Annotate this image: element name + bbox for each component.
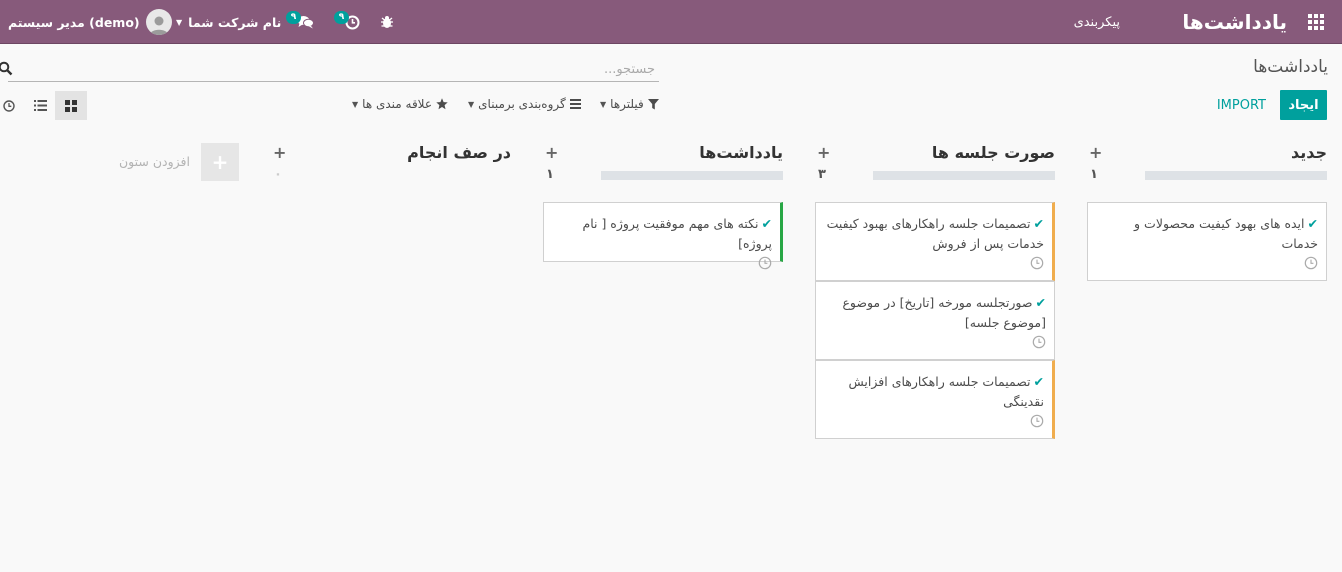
kanban-column-minutes: صورت جلسه ها + ۳ ✔تصمیمات جلسه راهکارهای…: [815, 127, 1055, 447]
card-title: ✔صورتجلسه مورخه [تاریخ] در موضوع [موضوع …: [842, 295, 1046, 330]
list-view-button[interactable]: [24, 91, 56, 120]
groupby-label: گروه‌بندی برمبنای: [478, 97, 566, 111]
column-title[interactable]: در صف انجام: [407, 143, 511, 162]
add-column-button[interactable]: +: [201, 143, 239, 181]
column-title[interactable]: صورت جلسه ها: [932, 143, 1055, 162]
apps-menu-button[interactable]: [1308, 0, 1324, 44]
column-count: ۳: [818, 167, 826, 182]
menu-configuration[interactable]: پیکربندی: [1074, 0, 1120, 44]
grid-icon: [1308, 14, 1324, 30]
activity-clock-icon[interactable]: [758, 256, 772, 270]
kanban-card[interactable]: ✔ایده های بهود کیفیت محصولات و خدمات: [1087, 202, 1327, 281]
bug-icon: [380, 15, 394, 29]
avatar: [145, 9, 172, 35]
filters-label: فیلترها: [610, 97, 644, 111]
activity-clock-icon[interactable]: [1032, 335, 1046, 349]
column-count: ۱: [1090, 167, 1098, 182]
plus-icon: +: [211, 150, 229, 174]
create-button[interactable]: ایجاد: [1280, 90, 1327, 120]
groupby-dropdown[interactable]: گروه‌بندی برمبنای ▼: [464, 93, 581, 115]
search-input[interactable]: [8, 58, 659, 80]
star-icon: [436, 98, 448, 110]
company-name: نام شرکت شما: [188, 14, 282, 30]
kanban-icon: [65, 99, 77, 112]
app-title[interactable]: یادداشت‌ها: [1182, 0, 1287, 44]
quick-create-button[interactable]: +: [545, 143, 558, 162]
quick-create-button[interactable]: +: [817, 143, 830, 162]
kanban-card[interactable]: ✔صورتجلسه مورخه [تاریخ] در موضوع [موضوع …: [815, 281, 1055, 360]
card-title: ✔نکته های مهم موفقیت پروژه [ نام پروژه]: [582, 216, 772, 251]
quick-create-button[interactable]: +: [273, 143, 286, 162]
column-progress-bar: [1145, 171, 1327, 180]
check-icon: ✔: [1033, 374, 1044, 389]
activities-button[interactable]: [345, 0, 360, 44]
kanban-column-new: جدید + ۱ ✔ایده های بهود کیفیت محصولات و …: [1087, 127, 1327, 287]
search-bar: [0, 58, 659, 82]
add-column-label: افزودن ستون: [119, 154, 190, 169]
list-icon: [33, 100, 47, 111]
activity-clock-icon[interactable]: [1304, 256, 1318, 270]
messages-count-badge: ۹: [286, 11, 301, 24]
activities-count-badge: ۹: [334, 11, 349, 24]
quick-create-button[interactable]: +: [1089, 143, 1102, 162]
kanban-card[interactable]: ✔تصمیمات جلسه راهکارهای بهبود کیفیت خدما…: [815, 202, 1055, 281]
check-icon: ✔: [1033, 216, 1044, 231]
kanban-column-notes: یادداشت‌ها + ۱ ✔نکته های مهم موفقیت پروژ…: [543, 127, 783, 270]
favorites-label: علاقه مندی ها: [362, 97, 432, 111]
kanban-card[interactable]: ✔تصمیمات جلسه راهکارهای افزایش نقدینگی: [815, 360, 1055, 439]
activity-clock-icon[interactable]: [1030, 256, 1044, 270]
check-icon: ✔: [1035, 295, 1046, 310]
card-title: ✔تصمیمات جلسه راهکارهای افزایش نقدینگی: [848, 374, 1044, 409]
filters-dropdown[interactable]: فیلترها ▼: [596, 93, 659, 115]
import-button[interactable]: IMPORT: [1217, 90, 1266, 120]
column-count: ۰: [274, 167, 282, 182]
control-panel: یادداشت‌ها ایجاد IMPORT فیلترها ▼ گروه‌ب…: [0, 45, 1342, 127]
caret-down-icon: ▼: [600, 99, 607, 109]
kanban-column-todo: در صف انجام + ۰: [271, 127, 511, 187]
user-name: مدیر سیستم (demo): [8, 14, 140, 30]
kanban-view-button[interactable]: [55, 91, 87, 120]
user-menu[interactable]: مدیر سیستم (demo): [8, 0, 172, 44]
column-count: ۱: [546, 167, 554, 182]
check-icon: ✔: [761, 216, 772, 231]
add-column[interactable]: + افزودن ستون: [117, 143, 239, 182]
column-progress-bar: [873, 171, 1055, 180]
caret-down-icon: ▼: [468, 99, 475, 109]
activity-view-button[interactable]: [0, 91, 25, 120]
favorites-dropdown[interactable]: علاقه مندی ها ▼: [348, 93, 448, 115]
kanban-card[interactable]: ✔نکته های مهم موفقیت پروژه [ نام پروژه]: [543, 202, 783, 270]
activity-clock-icon[interactable]: [1030, 414, 1044, 428]
caret-down-icon: ▼: [352, 99, 359, 109]
clock-icon: [3, 99, 15, 112]
debug-button[interactable]: [380, 0, 394, 44]
breadcrumb: یادداشت‌ها: [1253, 57, 1328, 77]
top-navbar: یادداشت‌ها پیکربندی ۹ ۹ ▼ نام شرکت شما م…: [0, 0, 1342, 44]
messages-button[interactable]: [297, 0, 314, 44]
filter-icon: [647, 98, 659, 110]
card-title: ✔ایده های بهود کیفیت محصولات و خدمات: [1134, 216, 1318, 251]
company-switcher[interactable]: ▼ نام شرکت شما: [176, 0, 281, 44]
caret-down-icon: ▼: [176, 17, 183, 27]
column-title[interactable]: یادداشت‌ها: [699, 143, 783, 162]
bars-icon: [569, 99, 581, 109]
column-progress-bar: [601, 171, 783, 180]
kanban-board: جدید + ۱ ✔ایده های بهود کیفیت محصولات و …: [0, 127, 1342, 572]
card-title: ✔تصمیمات جلسه راهکارهای بهبود کیفیت خدما…: [826, 216, 1044, 251]
column-title[interactable]: جدید: [1291, 143, 1327, 162]
check-icon: ✔: [1307, 216, 1318, 231]
